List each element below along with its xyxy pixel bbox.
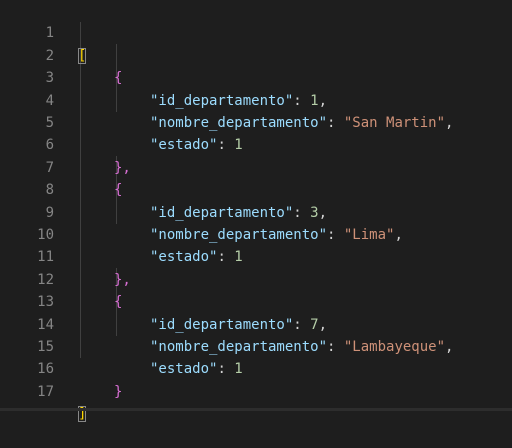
code-line[interactable]: 12 {: [0, 246, 122, 310]
code-line[interactable]: 14 "nombre_departamento": "Lambayeque",: [0, 291, 453, 355]
code-line[interactable]: 5 "estado": 1: [0, 90, 243, 153]
json-string: "San Martin": [343, 115, 446, 131]
json-key: "estado": [150, 361, 218, 378]
code-editor[interactable]: 1 [ 2 { 3 "id_departamento": 1, 4 "nombr…: [0, 0, 512, 423]
code-line[interactable]: 3 "id_departamento": 1,: [0, 45, 327, 108]
json-number: 1: [234, 361, 243, 378]
code-line[interactable]: 1 [: [0, 0, 87, 64]
open-brace: {: [114, 182, 123, 199]
json-key: "id_departamento": [150, 92, 294, 109]
json-key: "nombre_departamento": [150, 115, 328, 131]
code-line[interactable]: 13 "id_departamento": 7,: [0, 269, 327, 332]
json-number: 1: [234, 249, 243, 266]
code-line[interactable]: 7 {: [0, 134, 123, 198]
close-brace: },: [114, 159, 131, 176]
open-brace: {: [114, 294, 123, 311]
json-string: "Lambayeque": [343, 339, 446, 355]
json-string: "Lima": [343, 227, 395, 243]
json-key: "nombre_departamento": [150, 339, 328, 355]
code-line[interactable]: 2 {: [0, 22, 123, 86]
close-brace: }: [114, 383, 123, 400]
code-line[interactable]: 15 "estado": 1: [0, 314, 243, 377]
json-number: 1: [234, 137, 243, 154]
code-line[interactable]: 11 },: [0, 224, 131, 287]
json-number: 1: [310, 92, 319, 109]
json-key: "id_departamento": [150, 204, 294, 221]
close-brace: },: [114, 271, 131, 288]
code-line[interactable]: 4 "nombre_departamento": "San Martin",: [0, 67, 454, 131]
json-key: "estado": [150, 249, 218, 266]
code-line[interactable]: 9 "nombre_departamento": "Lima",: [0, 179, 403, 243]
open-bracket: [: [78, 47, 87, 64]
code-line[interactable]: 8 "id_departamento": 3,: [0, 157, 327, 220]
code-line[interactable]: 17 ]: [0, 358, 87, 423]
open-brace: {: [114, 70, 123, 87]
json-key: "estado": [150, 137, 218, 154]
code-line[interactable]: 6 },: [0, 112, 131, 175]
line-number: 17: [37, 383, 54, 400]
json-number: 3: [310, 204, 319, 221]
json-key: "id_departamento": [150, 316, 294, 333]
json-key: "nombre_departamento": [150, 227, 328, 243]
indent-guide: [80, 22, 81, 358]
json-number: 7: [310, 316, 319, 333]
code-line[interactable]: 10 "estado": 1: [0, 202, 243, 265]
code-line[interactable]: 16 }: [0, 336, 122, 399]
